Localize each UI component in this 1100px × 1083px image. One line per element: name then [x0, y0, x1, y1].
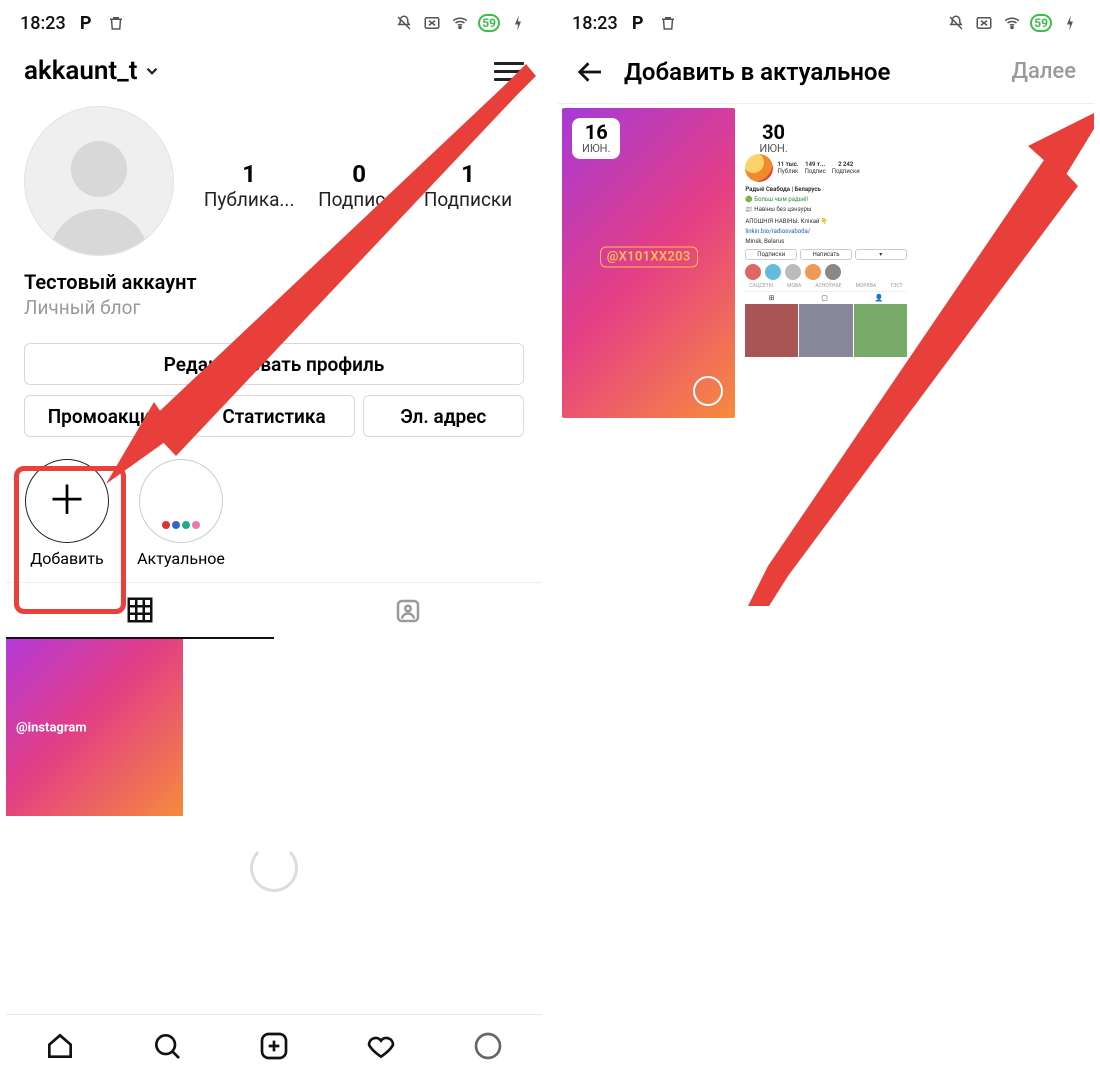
tab-tagged[interactable] — [274, 583, 542, 639]
bottom-nav — [6, 1014, 542, 1076]
grid-icon — [125, 595, 155, 625]
profile-top: 1 Публика... 0 Подпис... 1 Подписки — [6, 102, 542, 256]
stat-following[interactable]: 1 Подписки — [424, 160, 512, 211]
stats-button[interactable]: Статистика — [193, 395, 354, 437]
wifi-icon — [450, 13, 470, 33]
edit-profile-button[interactable]: Редактировать профиль — [24, 343, 524, 385]
trash-icon — [658, 13, 678, 33]
nav-search[interactable] — [151, 1030, 183, 1062]
status-time: 18:23 — [20, 13, 66, 34]
category: Личный блог — [24, 296, 524, 319]
highlight-existing[interactable]: Актуальное — [138, 459, 224, 568]
screen-profile: 18:23 P 59 akkaunt_t — [6, 6, 542, 1076]
post-thumbnail[interactable]: @instagram — [6, 639, 183, 816]
username: akkaunt_t — [24, 56, 137, 86]
mini-profile-preview: 11 тыс.Публик 149 т...Подпис 2 242Подпис… — [739, 148, 912, 418]
plus-icon: ＋ — [47, 481, 87, 521]
nav-home[interactable] — [44, 1030, 76, 1062]
status-bar: 18:23 P 59 — [6, 6, 542, 40]
add-highlight-header: Добавить в актуальное Далее — [558, 40, 1094, 104]
screen-add-highlight: 18:23 P 59 Добавить в актуальное Далее 1… — [558, 6, 1094, 1076]
back-button[interactable] — [576, 57, 606, 87]
nav-add[interactable] — [258, 1030, 290, 1062]
story-mention: @X101XX203 — [600, 246, 698, 267]
arrow-left-icon — [576, 57, 606, 87]
story-grid: 16 ИЮН. @X101XX203 30 ИЮН. 11 тыс.Публик… — [558, 104, 1094, 422]
highlight-add[interactable]: ＋ Добавить — [24, 459, 110, 568]
display-name: Тестовый аккаунт — [24, 270, 524, 294]
next-button[interactable]: Далее — [1012, 59, 1077, 84]
posts-grid: @instagram — [6, 639, 542, 816]
wifi-icon — [1002, 13, 1022, 33]
parking-icon: P — [76, 13, 96, 33]
bio-block: Тестовый аккаунт Личный блог — [6, 256, 542, 329]
close-box-icon — [974, 13, 994, 33]
tab-grid[interactable] — [6, 583, 274, 639]
page-title: Добавить в актуальное — [624, 58, 994, 86]
status-bar: 18:23 P 59 — [558, 6, 1094, 40]
menu-button[interactable] — [494, 57, 524, 86]
selection-ring — [693, 376, 723, 406]
profile-tabs — [6, 582, 542, 639]
nav-activity[interactable] — [365, 1030, 397, 1062]
date-badge: 16 ИЮН. — [572, 118, 620, 159]
profile-avatar[interactable] — [24, 106, 174, 256]
highlights-row: ＋ Добавить Актуальное — [6, 437, 542, 582]
trash-icon — [106, 13, 126, 33]
stat-followers[interactable]: 0 Подпис... — [318, 160, 400, 211]
username-switcher[interactable]: akkaunt_t — [24, 56, 161, 86]
promos-button[interactable]: Промоакции — [24, 395, 185, 437]
story-thumb-1[interactable]: 16 ИЮН. @X101XX203 — [562, 108, 735, 418]
charging-icon — [1060, 13, 1080, 33]
highlight-cover — [149, 469, 213, 533]
story-thumb-2[interactable]: 30 ИЮН. 11 тыс.Публик 149 т...Подпис 2 2… — [739, 108, 912, 418]
parking-icon: P — [628, 13, 648, 33]
stat-posts[interactable]: 1 Публика... — [204, 160, 295, 211]
close-box-icon — [422, 13, 442, 33]
post-tag: @instagram — [16, 720, 87, 735]
chevron-down-icon — [143, 62, 161, 80]
status-time: 18:23 — [572, 13, 618, 34]
battery-indicator: 59 — [478, 14, 500, 32]
battery-indicator: 59 — [1030, 14, 1052, 32]
profile-header: akkaunt_t — [6, 40, 542, 102]
nav-profile[interactable] — [472, 1030, 504, 1062]
mute-icon — [394, 13, 414, 33]
mute-icon — [946, 13, 966, 33]
tagged-icon — [393, 596, 423, 626]
loading-spinner — [6, 816, 542, 932]
charging-icon — [508, 13, 528, 33]
email-button[interactable]: Эл. адрес — [363, 395, 524, 437]
